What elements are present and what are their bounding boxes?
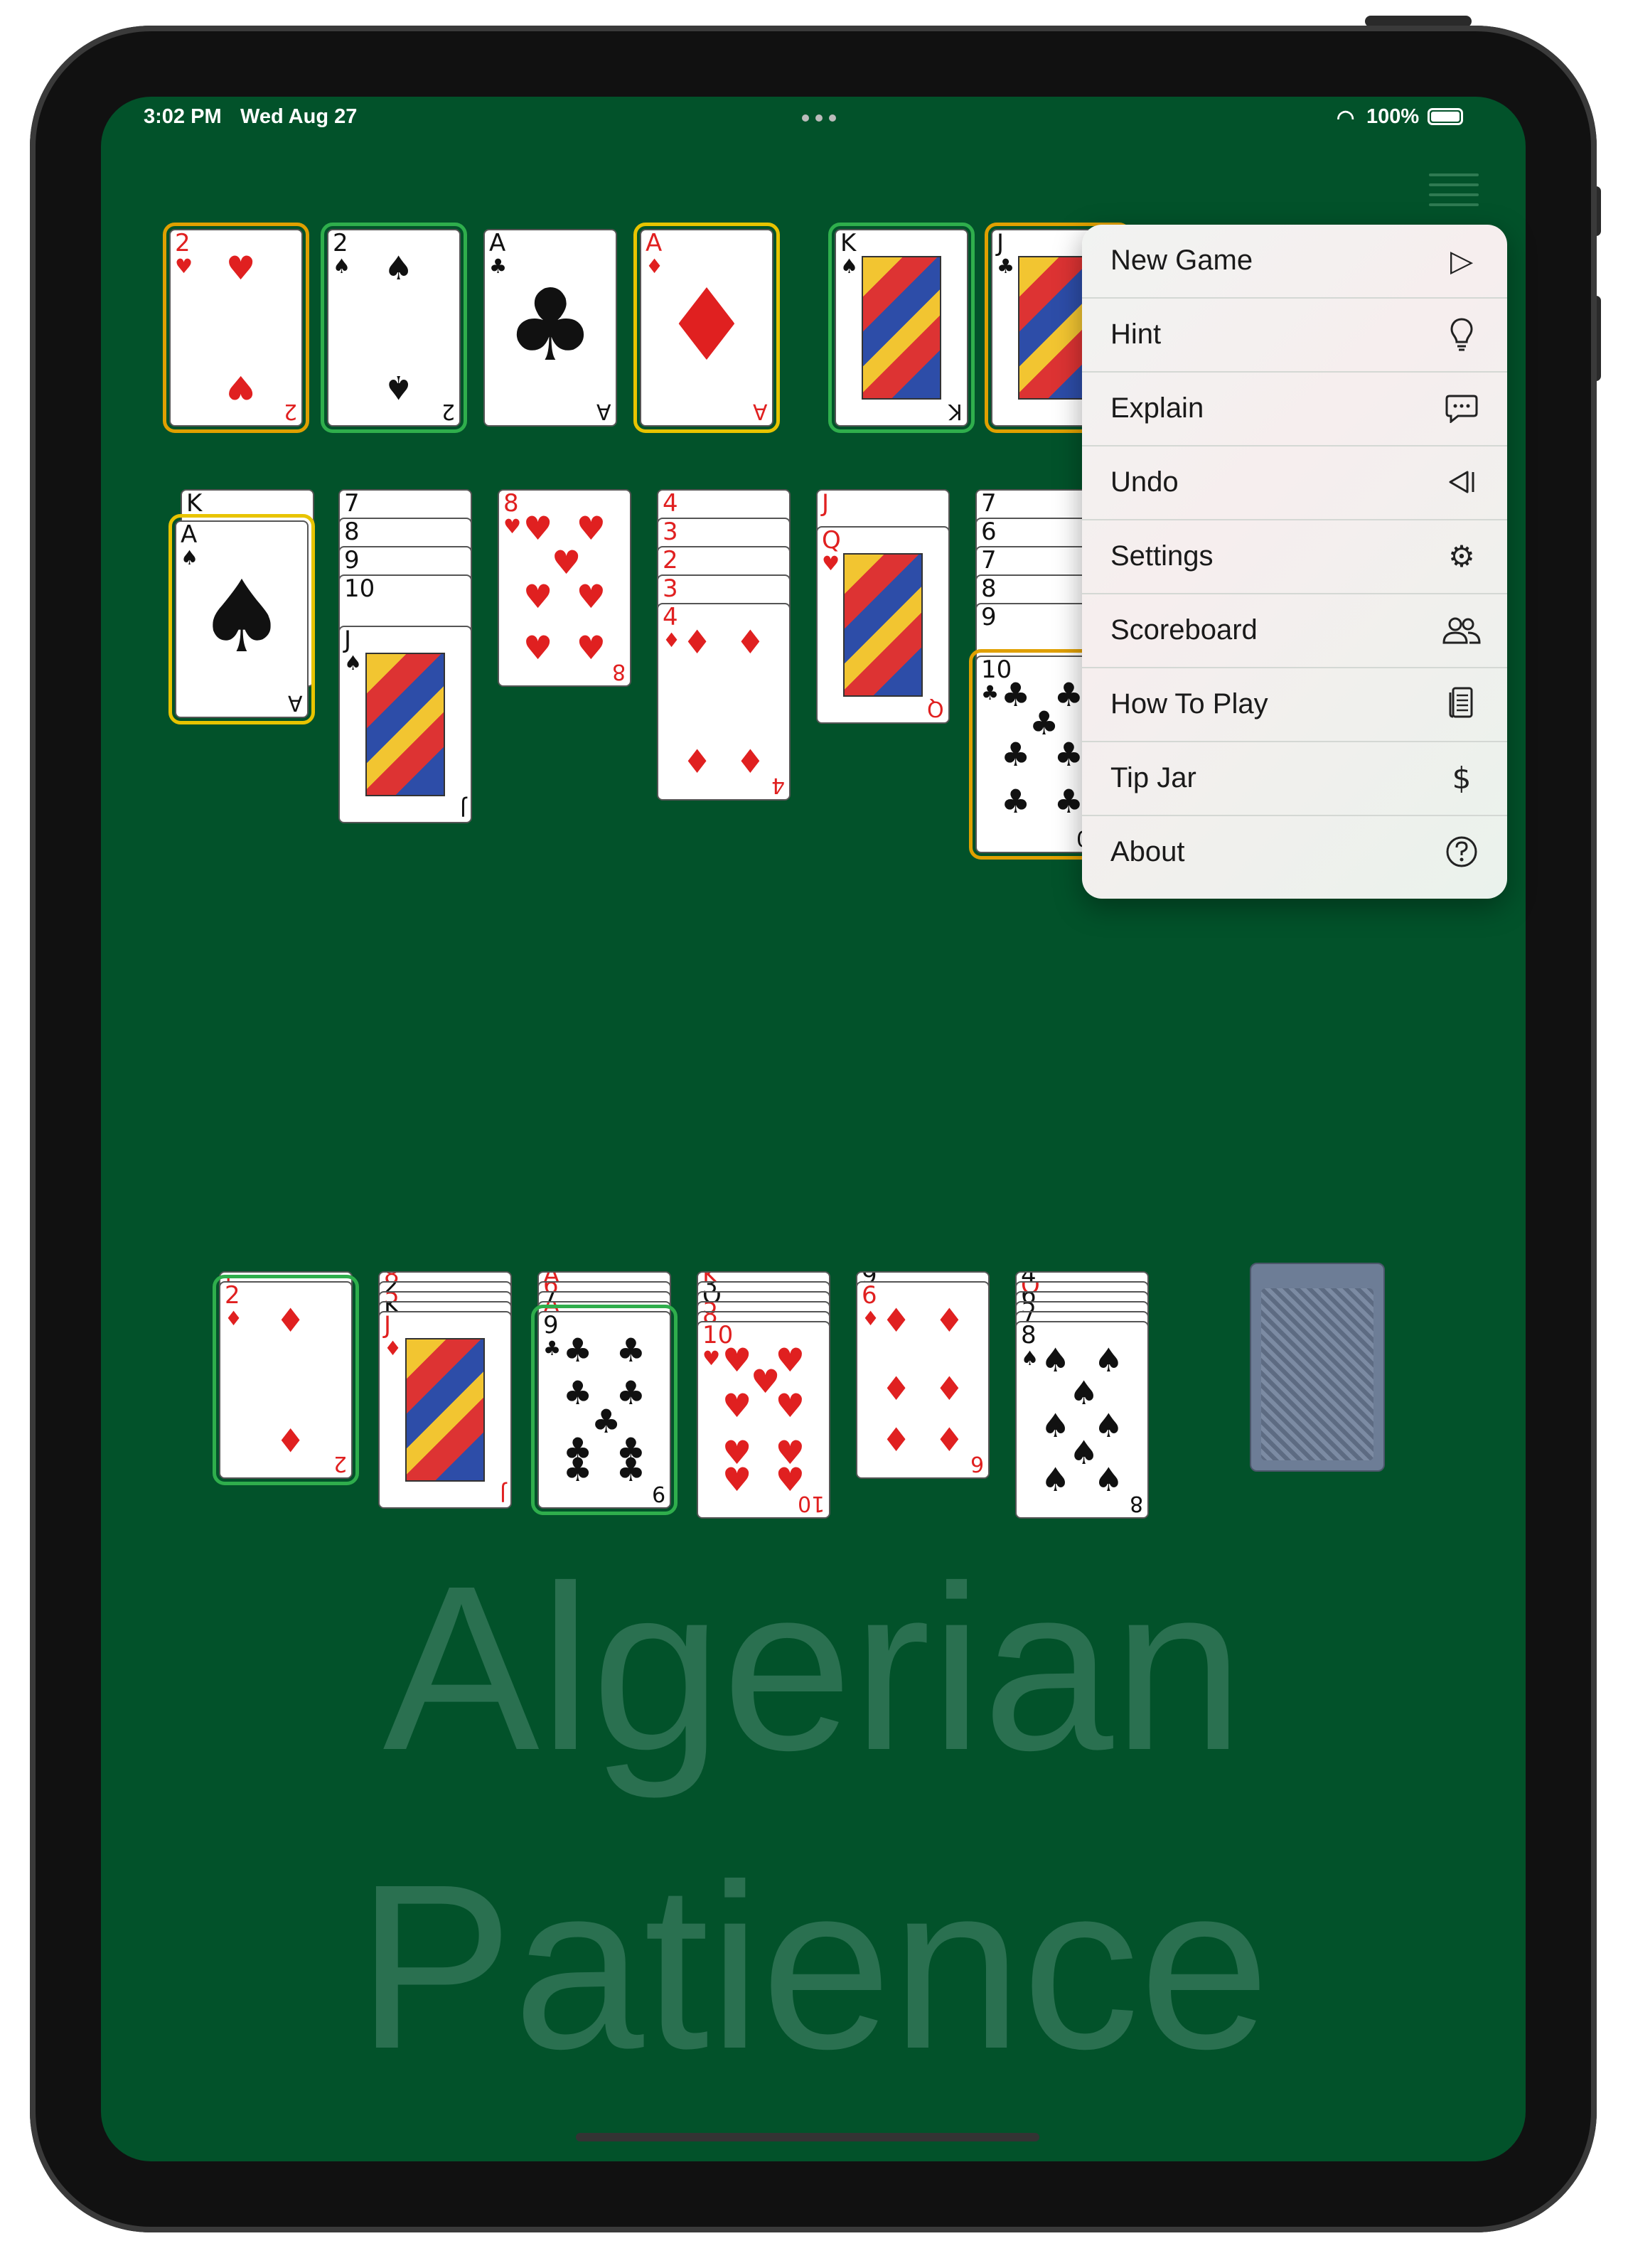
dollar-icon: $: [1452, 760, 1472, 796]
tableau-card[interactable]: A ♠ ♠ A: [168, 514, 315, 724]
menu-item-label: Undo: [1110, 466, 1179, 498]
menu-item-scoreboard[interactable]: Scoreboard: [1082, 594, 1507, 668]
menu-item-settings[interactable]: Settings ⚙: [1082, 520, 1507, 594]
foundation-card[interactable]: 2 ♠ ♠ ♠ 2: [321, 223, 467, 433]
status-date: Wed Aug 27: [240, 105, 358, 128]
menu-item-tip-jar[interactable]: Tip Jar $: [1082, 742, 1507, 816]
menu-item-label: Scoreboard: [1110, 614, 1258, 646]
undo-icon: [1442, 462, 1482, 502]
status-battery: 100%: [1366, 105, 1420, 128]
menu-item-label: Settings: [1110, 540, 1214, 572]
menu-item-label: Hint: [1110, 319, 1162, 350]
people-icon: [1442, 610, 1482, 650]
question-icon: [1442, 832, 1482, 872]
wifi-icon: ◠: [1337, 107, 1355, 129]
tableau-card[interactable]: 6 ♦ ♦ ♦ ♦ ♦ ♦ ♦ 6: [856, 1281, 990, 1479]
menu-item-label: About: [1110, 836, 1185, 867]
menu-item-undo[interactable]: Undo: [1082, 446, 1507, 520]
tableau-card[interactable]: 9 ♣ ♣ ♣ ♣ ♣ ♣ ♣ ♣ ♣ ♣ 9: [531, 1305, 678, 1515]
lightbulb-icon: [1442, 314, 1482, 354]
book-icon: [1442, 684, 1482, 724]
menu-item-about[interactable]: About: [1082, 816, 1507, 890]
menu-item-label: Explain: [1110, 392, 1204, 424]
tableau-card[interactable]: 8 ♥ ♥ ♥ ♥ ♥ ♥ ♥ ♥ 8: [498, 489, 631, 687]
home-indicator[interactable]: [576, 2133, 1039, 2141]
foundation-card[interactable]: A ♣ ♣ A: [483, 229, 617, 427]
play-icon: ▷: [1450, 242, 1474, 278]
tableau-card[interactable]: J ♠ J: [338, 626, 472, 823]
tableau-card[interactable]: 8 ♠ ♠ ♠ ♠ ♠ ♠ ♠ ♠ ♠ 8: [1015, 1321, 1149, 1519]
stock-pile[interactable]: [1250, 1263, 1385, 1472]
menu-item-label: New Game: [1110, 245, 1253, 276]
hamburger-menu-icon[interactable]: [1429, 169, 1479, 212]
menu-item-label: How To Play: [1110, 688, 1268, 720]
menu-item-explain[interactable]: Explain: [1082, 373, 1507, 446]
tableau-card[interactable]: 4 ♦ ♦ ♦ ♦ ♦ 4: [657, 603, 791, 801]
status-time: 3:02 PM: [144, 105, 222, 128]
menu-item-new-game[interactable]: New Game ▷: [1082, 225, 1507, 299]
foundation-card[interactable]: A ♦ ♦ A: [633, 223, 780, 433]
gear-icon: ⚙: [1448, 538, 1475, 574]
speech-bubble-icon: [1442, 388, 1482, 428]
multitask-dots[interactable]: [798, 112, 840, 122]
menu-item-label: Tip Jar: [1110, 762, 1196, 793]
menu-item-how-to-play[interactable]: How To Play: [1082, 668, 1507, 742]
foundation-card[interactable]: 2 ♥ ♥ ♥ 2: [163, 223, 309, 433]
tableau-card[interactable]: 2 ♦ ♦ ♦ 2: [213, 1275, 359, 1485]
foundation-card[interactable]: K ♠ K: [828, 223, 975, 433]
tableau-card[interactable]: J ♦ J: [378, 1311, 512, 1509]
watermark-title-line1: Algerian: [382, 1536, 1244, 1799]
tableau-card[interactable]: Q ♥ Q: [816, 526, 950, 724]
menu-item-hint[interactable]: Hint: [1082, 299, 1507, 373]
game-menu: New Game ▷ Hint Explain Undo Settings ⚙ …: [1082, 225, 1507, 899]
battery-icon: [1428, 108, 1463, 125]
tableau-card[interactable]: 10 ♥ ♥ ♥ ♥ ♥ ♥ ♥ ♥ ♥ ♥ 10: [697, 1321, 830, 1519]
watermark-title-line2: Patience: [356, 1835, 1270, 2097]
